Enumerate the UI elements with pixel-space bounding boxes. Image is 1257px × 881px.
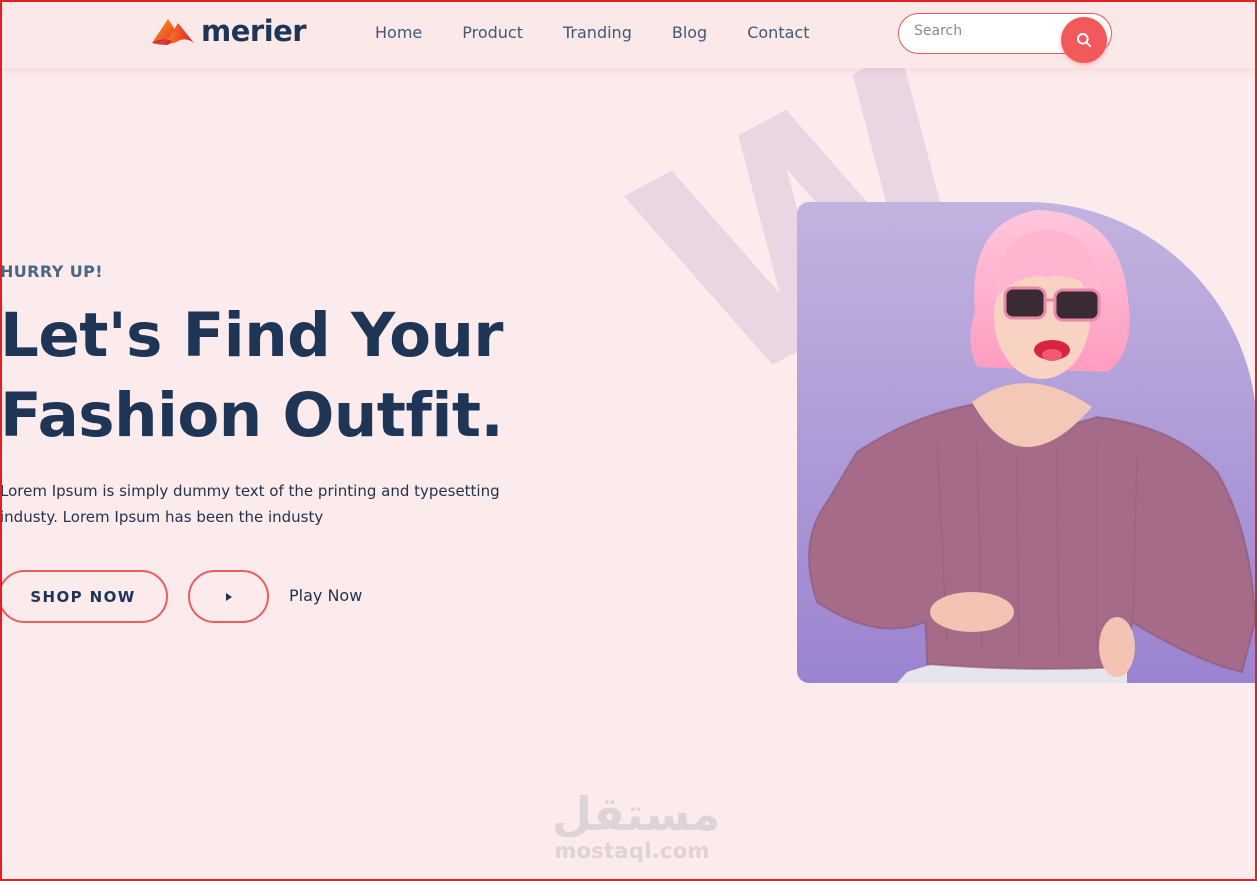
search-button[interactable] <box>1061 17 1107 63</box>
nav-item-home[interactable]: Home <box>375 22 422 44</box>
nav-item-contact[interactable]: Contact <box>747 22 809 44</box>
play-icon <box>225 592 232 601</box>
play-now-link[interactable]: Play Now <box>289 586 362 606</box>
site-watermark-arabic: مستقل <box>552 787 721 841</box>
hero-description: Lorem Ipsum is simply dummy text of the … <box>0 482 500 526</box>
hero-headline: Let's Find Your Fashion Outfit. <box>0 296 504 456</box>
hero-eyebrow: HURRY UP! <box>0 262 103 281</box>
main-nav: Home Product Tranding Blog Contact <box>375 22 849 44</box>
brand-logo-icon <box>152 19 194 45</box>
brand-logo[interactable]: merier <box>150 14 307 48</box>
site-header: merier Home Product Tranding Blog Contac… <box>0 0 1257 68</box>
site-watermark-url: mostaql.com <box>554 839 710 863</box>
play-button[interactable] <box>188 570 269 623</box>
nav-item-product[interactable]: Product <box>462 22 523 44</box>
nav-item-tranding[interactable]: Tranding <box>563 22 632 44</box>
brand-name: merier <box>201 14 307 48</box>
hero-model-image <box>797 202 1257 683</box>
nav-item-blog[interactable]: Blog <box>672 22 707 44</box>
site-watermark: مستقل mostaql.com <box>552 787 721 863</box>
search-bar <box>898 13 1112 63</box>
hero-headline-line-2: Fashion Outfit. <box>0 380 504 451</box>
shop-now-button[interactable]: SHOP NOW <box>0 570 168 623</box>
search-input[interactable] <box>914 23 1054 39</box>
search-icon <box>1077 33 1091 47</box>
hero-headline-line-1: Let's Find Your <box>0 300 504 371</box>
